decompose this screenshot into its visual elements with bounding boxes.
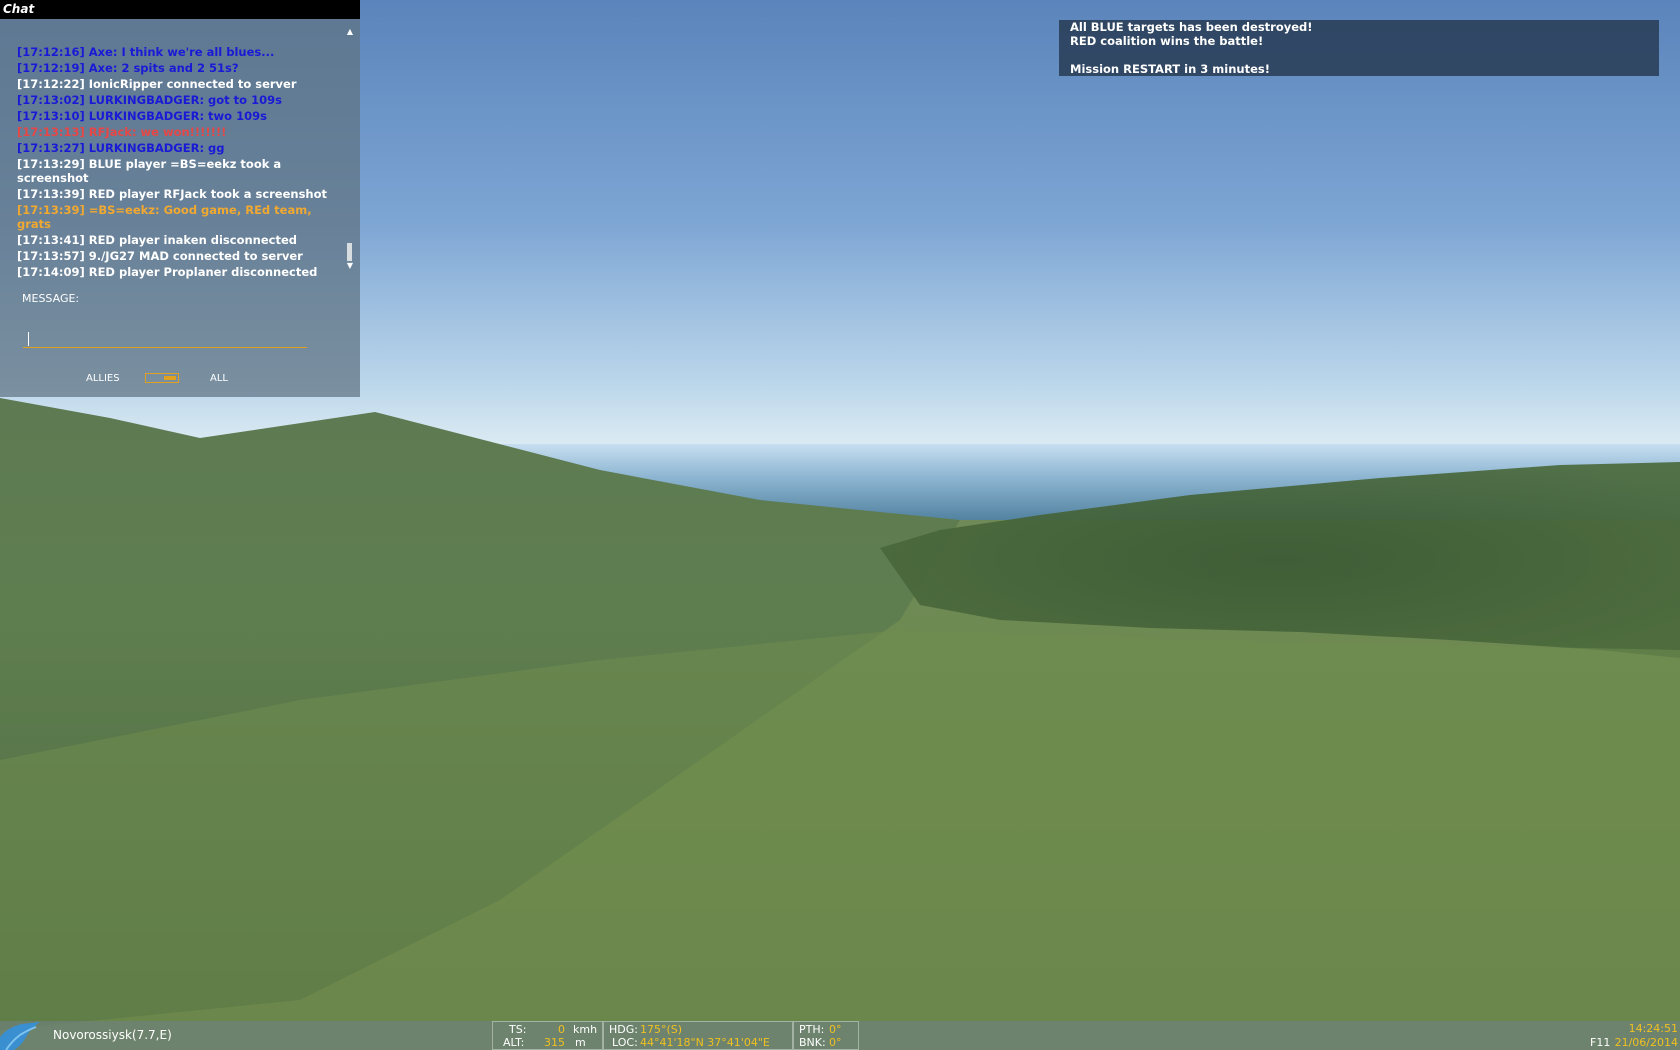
loc-label: LOC: xyxy=(612,1036,638,1049)
location-readout: Novorossiysk(7.7,E) xyxy=(53,1028,172,1042)
chat-message: [17:13:41] RED player inaken disconnecte… xyxy=(17,233,298,247)
bnk-label: BNK: xyxy=(799,1036,826,1049)
chat-message: [17:13:10] LURKINGBADGER: two 109s xyxy=(17,109,267,123)
chat-message-list: [17:12:16] Axe: I think we're all blues.… xyxy=(17,45,337,281)
chat-message: [17:13:13] RFJack: we won!!!!!!! xyxy=(17,125,227,139)
pitch-bank-box: PTH: 0° BNK: 0° xyxy=(793,1021,859,1050)
banner-coalition-wins: RED coalition wins the battle! xyxy=(1070,34,1264,48)
scroll-down-arrow-icon[interactable]: ▼ xyxy=(346,262,354,270)
alt-unit: m xyxy=(575,1036,586,1049)
speed-altitude-box: TS: 0 kmh ALT: 315 m xyxy=(492,1021,603,1050)
chat-message: [17:13:27] LURKINGBADGER: gg xyxy=(17,141,225,155)
clock-time: 14:24:51 xyxy=(1628,1022,1678,1035)
hdg-label: HDG: xyxy=(609,1023,638,1036)
message-label: MESSAGE: xyxy=(22,292,80,305)
all-channel-label[interactable]: ALL xyxy=(210,373,228,385)
chat-title: Chat xyxy=(3,2,35,16)
heading-location-box: HDG: 175°(S) LOC: 44°41'18"N 37°41'04"E xyxy=(603,1021,793,1050)
chat-message: [17:13:39] RED player RFJack took a scre… xyxy=(17,187,328,201)
chat-message: [17:13:39] =BS=eekz: Good game, REd team… xyxy=(17,203,312,231)
chat-message: [17:12:22] IonicRipper connected to serv… xyxy=(17,77,297,91)
location-emblem-icon xyxy=(0,1022,40,1050)
alt-label: ALT: xyxy=(503,1036,525,1049)
mission-status-banner: All BLUE targets has been destroyed! RED… xyxy=(1059,20,1659,76)
clock-date: 21/06/2014 xyxy=(1614,1036,1678,1049)
sim-viewport: Chat [17:12:16] Axe: I think we're all b… xyxy=(0,0,1680,1050)
allies-channel-label[interactable]: ALLIES xyxy=(86,373,120,385)
hdg-value: 175°(S) xyxy=(640,1023,683,1036)
alt-value: 315 xyxy=(544,1036,565,1049)
chat-message: [17:13:57] 9./JG27 MAD connected to serv… xyxy=(17,249,303,263)
channel-toggle-knob xyxy=(164,376,176,380)
pth-label: PTH: xyxy=(799,1023,825,1036)
message-input[interactable] xyxy=(23,328,307,348)
scroll-up-arrow-icon[interactable]: ▲ xyxy=(346,28,354,36)
chat-message: [17:14:09] RED player Proplaner disconne… xyxy=(17,265,318,279)
hotkey-label: F11 xyxy=(1590,1036,1611,1049)
banner-targets-destroyed: All BLUE targets has been destroyed! xyxy=(1070,20,1313,34)
chat-message: [17:12:16] Axe: I think we're all blues.… xyxy=(17,45,275,59)
ts-unit: kmh xyxy=(573,1023,598,1036)
chat-message: [17:13:29] BLUE player =BS=eekz took a s… xyxy=(17,157,282,185)
loc-value: 44°41'18"N 37°41'04"E xyxy=(640,1036,770,1049)
chat-titlebar: Chat xyxy=(0,0,360,19)
chat-panel: Chat [17:12:16] Axe: I think we're all b… xyxy=(0,0,360,397)
chat-scrollbar-thumb[interactable] xyxy=(347,243,352,261)
channel-toggle[interactable] xyxy=(145,373,179,383)
bnk-value: 0° xyxy=(829,1036,842,1049)
chat-message: [17:13:02] LURKINGBADGER: got to 109s xyxy=(17,93,282,107)
chat-message: [17:12:19] Axe: 2 spits and 2 51s? xyxy=(17,61,239,75)
text-caret xyxy=(28,332,29,346)
banner-restart-notice: Mission RESTART in 3 minutes! xyxy=(1070,62,1270,76)
pth-value: 0° xyxy=(829,1023,842,1036)
ts-label: TS: xyxy=(509,1023,527,1036)
ts-value: 0 xyxy=(558,1023,565,1036)
